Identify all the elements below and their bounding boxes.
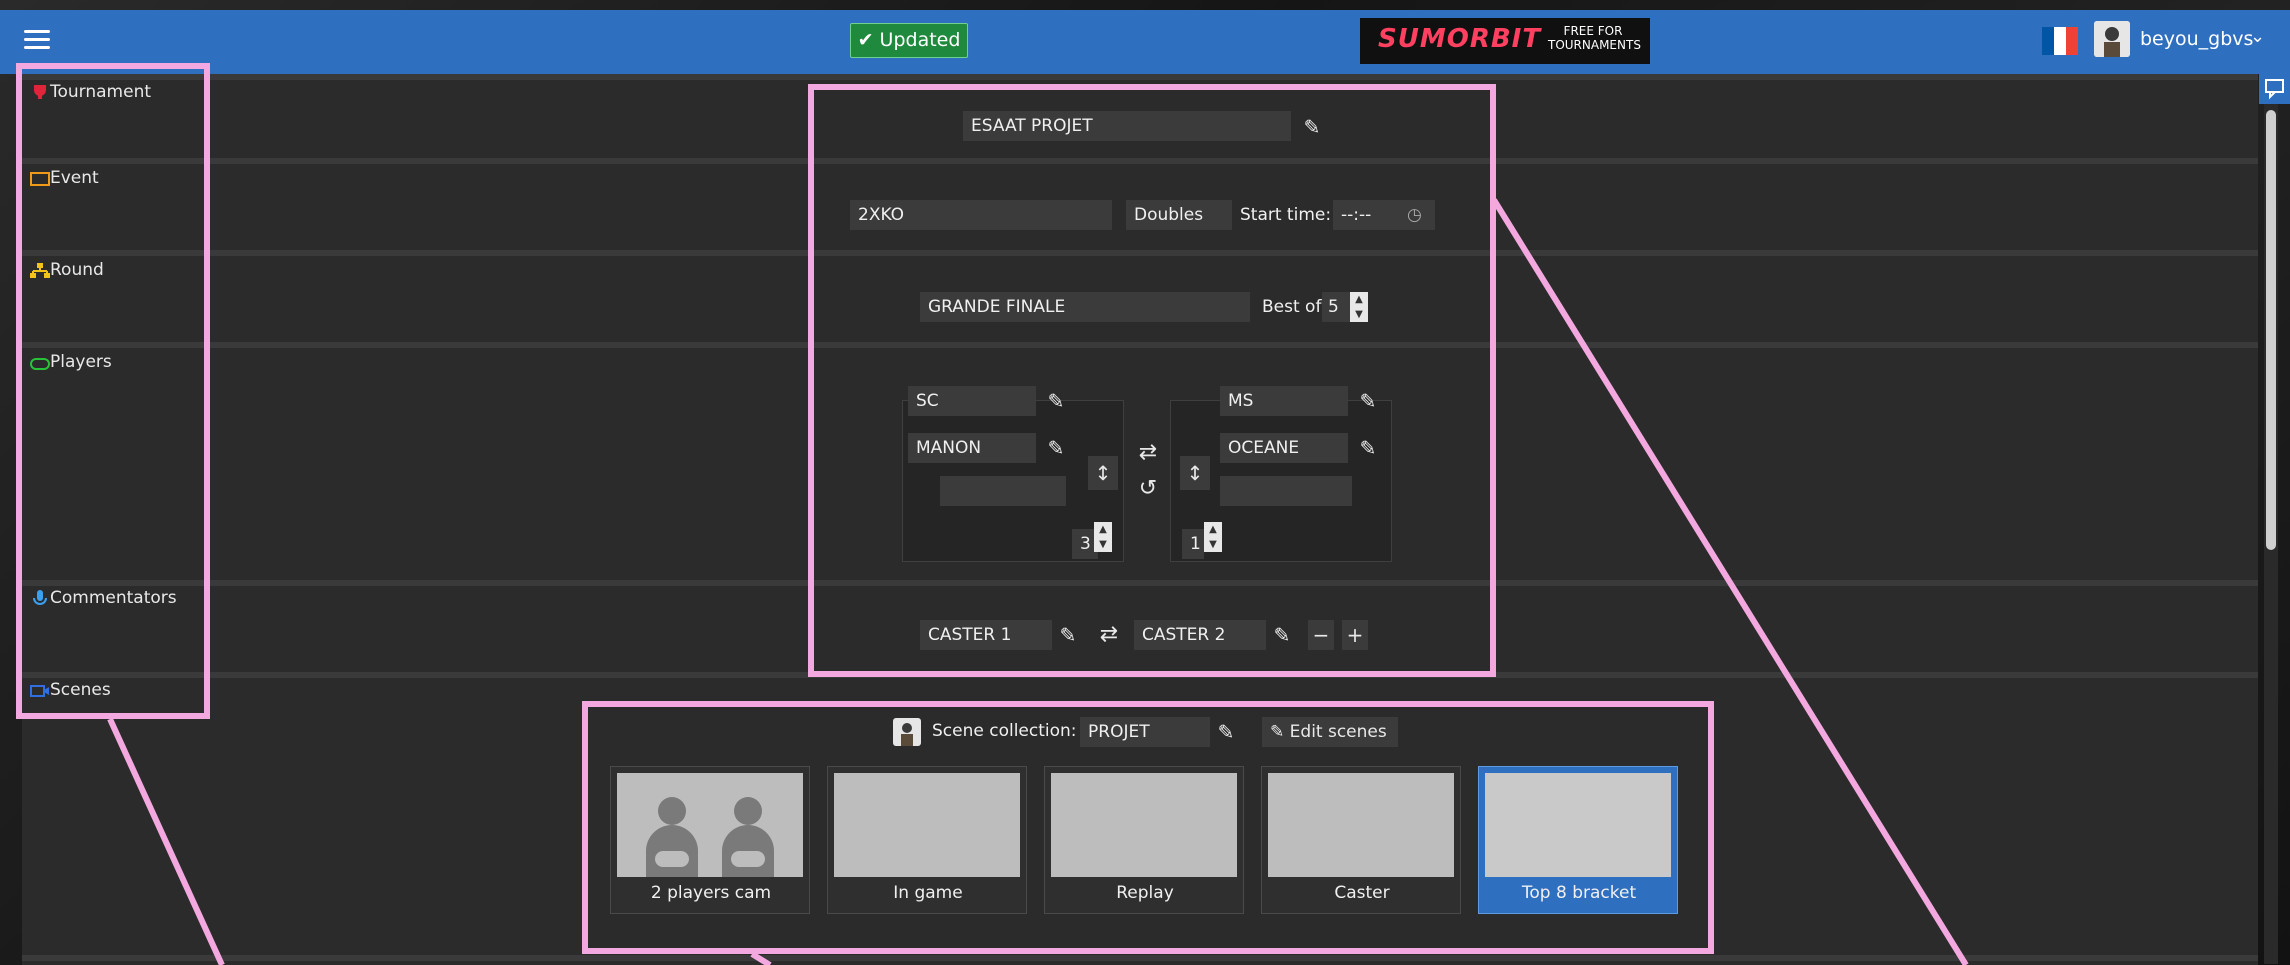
feedback-icon[interactable] bbox=[2259, 72, 2290, 104]
annotation-box-scenes bbox=[582, 701, 1714, 954]
annotation-box-sections bbox=[16, 63, 210, 719]
check-icon: ✔ bbox=[857, 29, 874, 51]
menu-icon[interactable] bbox=[24, 30, 50, 50]
logo-tagline: FREE FOR TOURNAMENTS bbox=[1548, 24, 1641, 52]
sumorbit-logo[interactable]: SUMORBIT FREE FOR TOURNAMENTS bbox=[1360, 18, 1650, 64]
annotation-box-controls bbox=[808, 84, 1496, 677]
scrollbar-thumb[interactable] bbox=[2266, 110, 2276, 550]
username[interactable]: beyou_gbvs bbox=[2140, 28, 2253, 50]
user-avatar[interactable] bbox=[2094, 21, 2130, 57]
next-row bbox=[22, 955, 2258, 965]
chevron-down-icon[interactable]: ⌄ bbox=[2250, 26, 2265, 47]
updated-status-badge: ✔ Updated bbox=[850, 23, 968, 58]
logo-wordmark: SUMORBIT bbox=[1378, 24, 1542, 54]
top-bar bbox=[0, 10, 2290, 74]
language-flag-icon[interactable] bbox=[2042, 27, 2078, 55]
